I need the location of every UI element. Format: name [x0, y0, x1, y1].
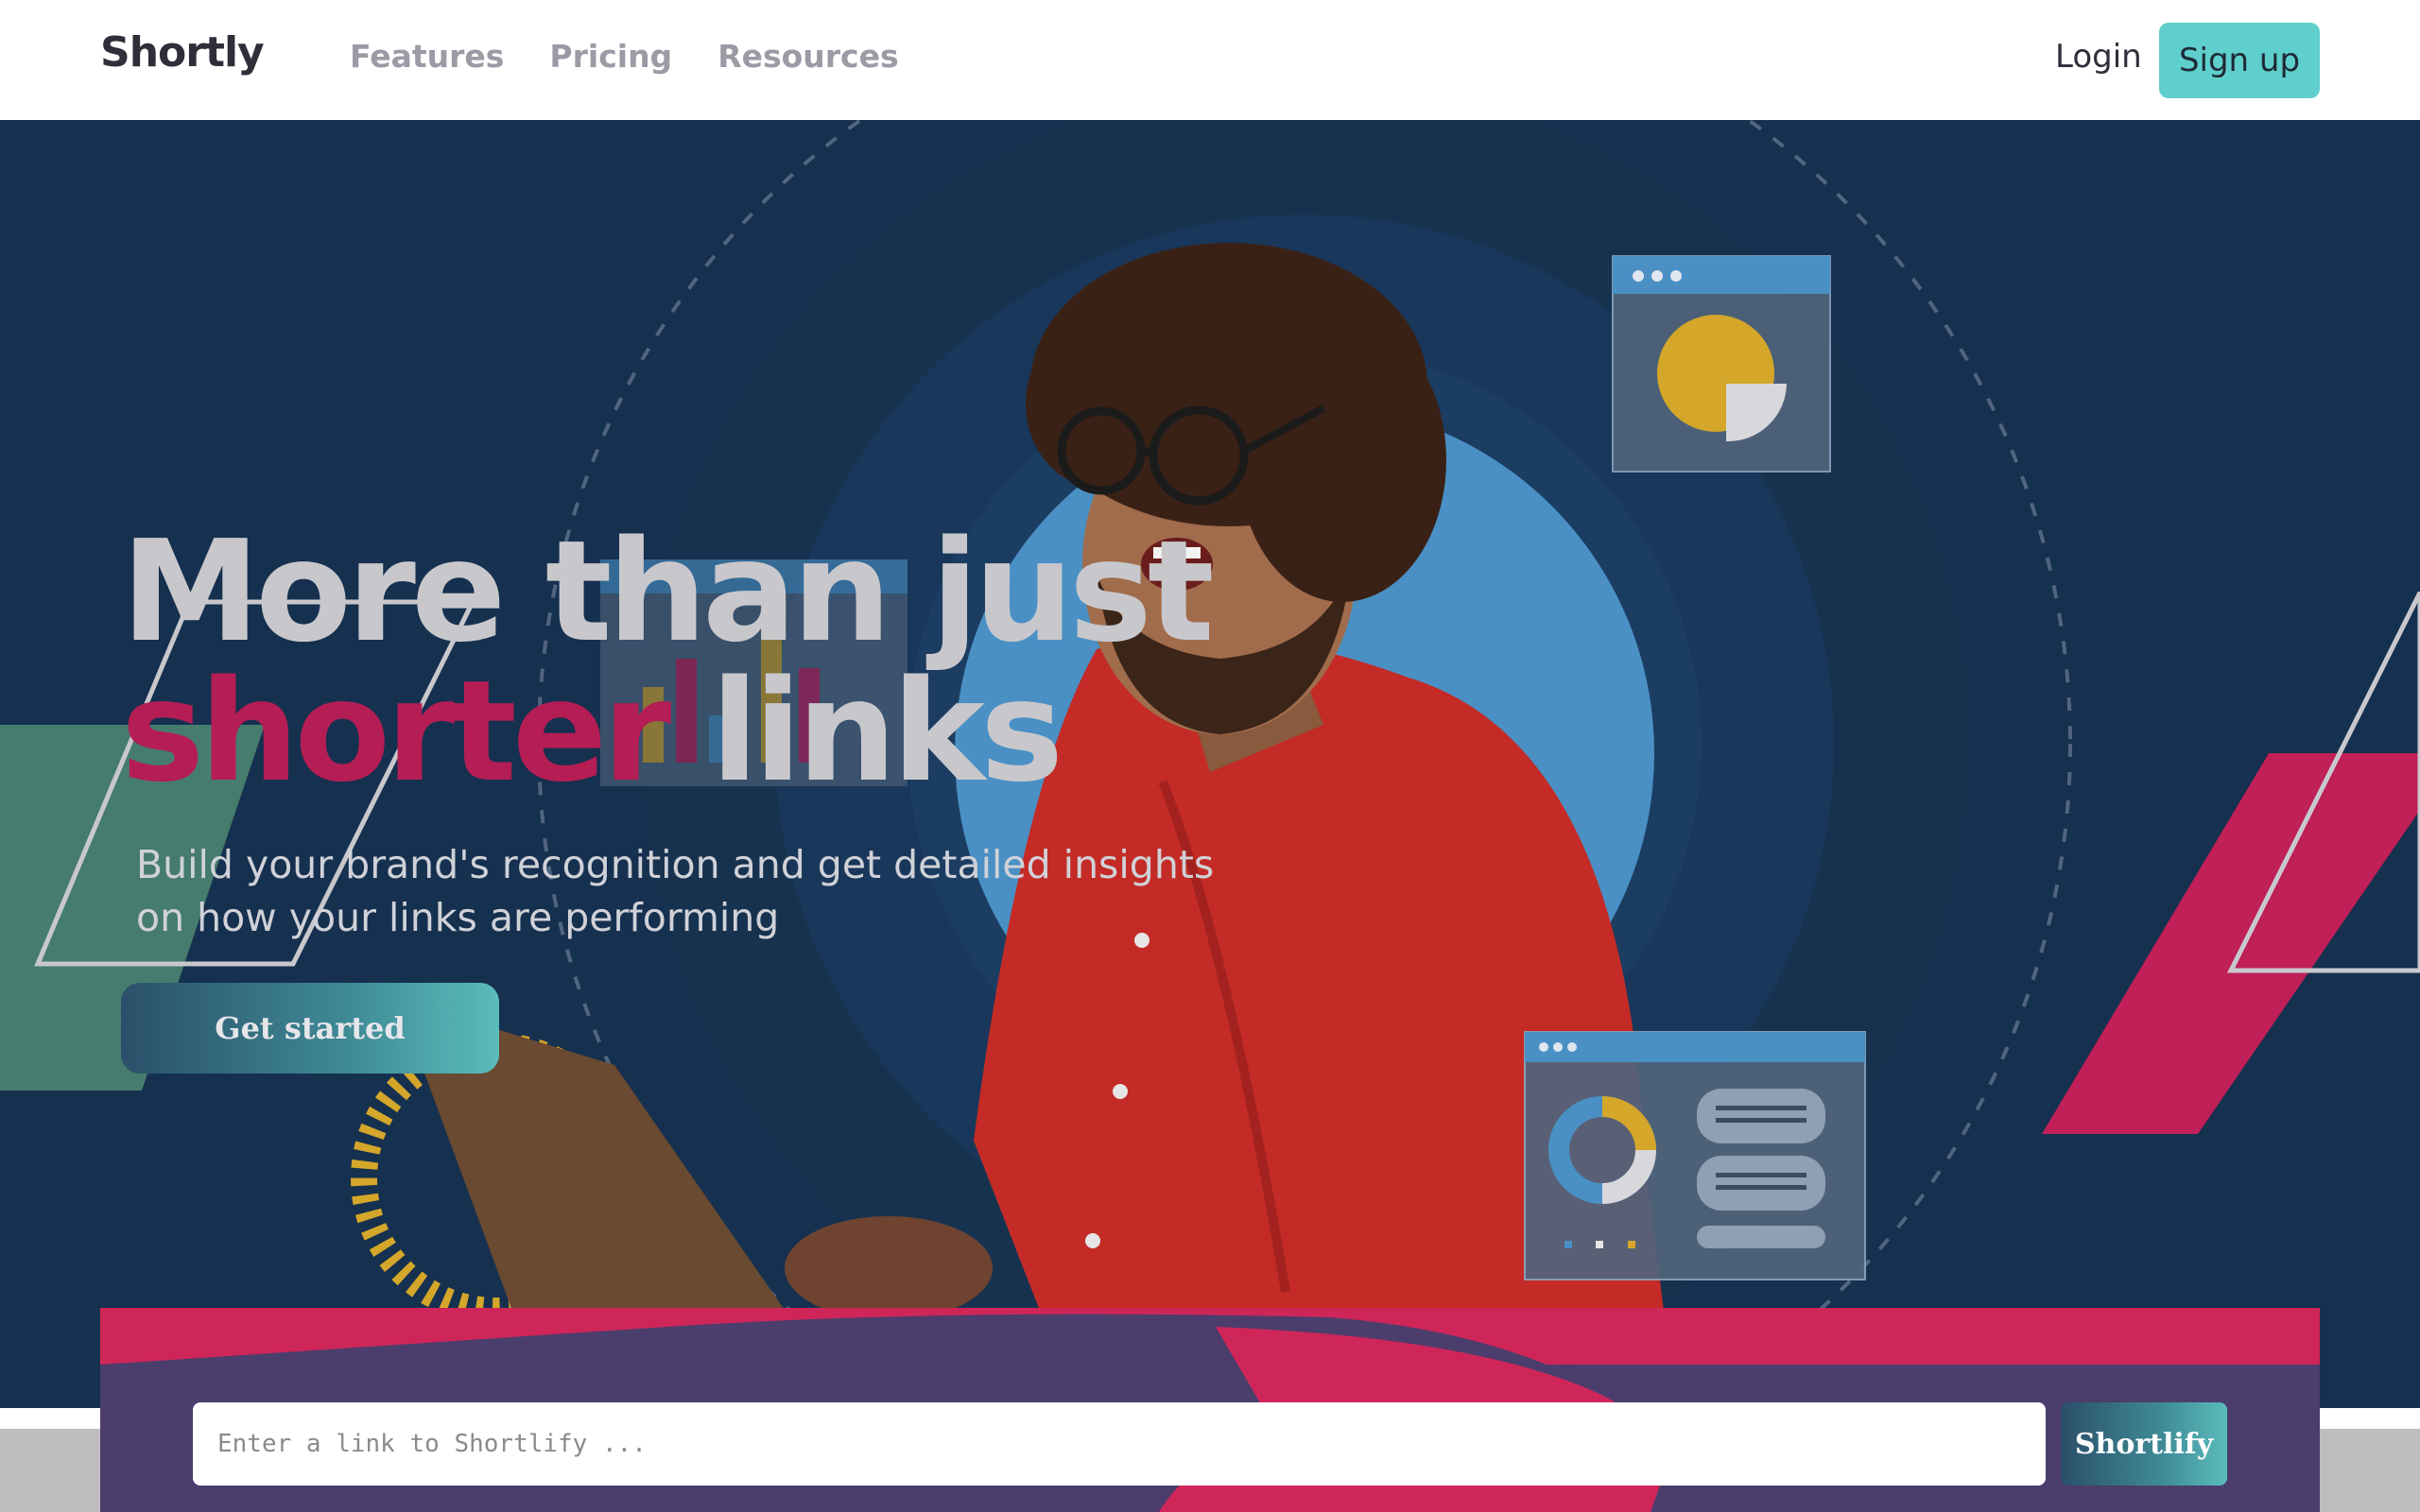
headline-line2: shorter links: [121, 662, 1350, 801]
login-link[interactable]: Login: [2055, 38, 2142, 76]
pie-chart-card: [1612, 255, 1831, 472]
hero-section: More than just shorter links Build your …: [0, 120, 2420, 1408]
signup-button[interactable]: Sign up: [2159, 23, 2320, 98]
shorten-panel: Shortlify: [100, 1308, 2320, 1512]
logo[interactable]: Shortly: [100, 28, 265, 77]
donut-chart-card: [1524, 1031, 1866, 1280]
nav-link-pricing[interactable]: Pricing: [549, 38, 672, 75]
hero-headline: More than just shorter links: [121, 522, 1350, 801]
nav-link-resources[interactable]: Resources: [717, 38, 898, 75]
shortlify-button[interactable]: Shortlify: [2061, 1402, 2227, 1486]
headline-line1: More than just: [121, 510, 1215, 673]
get-started-button[interactable]: Get started: [121, 983, 499, 1074]
headline-accent: shorter: [121, 650, 671, 813]
headline-rest: links: [666, 650, 1063, 813]
hero-subtext: Build your brand's recognition and get d…: [136, 842, 1215, 940]
nav-links: Features Pricing Resources: [350, 38, 899, 75]
nav-link-features[interactable]: Features: [350, 38, 504, 75]
link-input[interactable]: [193, 1402, 2046, 1486]
navbar: Shortly Features Pricing Resources Login…: [0, 0, 2420, 120]
